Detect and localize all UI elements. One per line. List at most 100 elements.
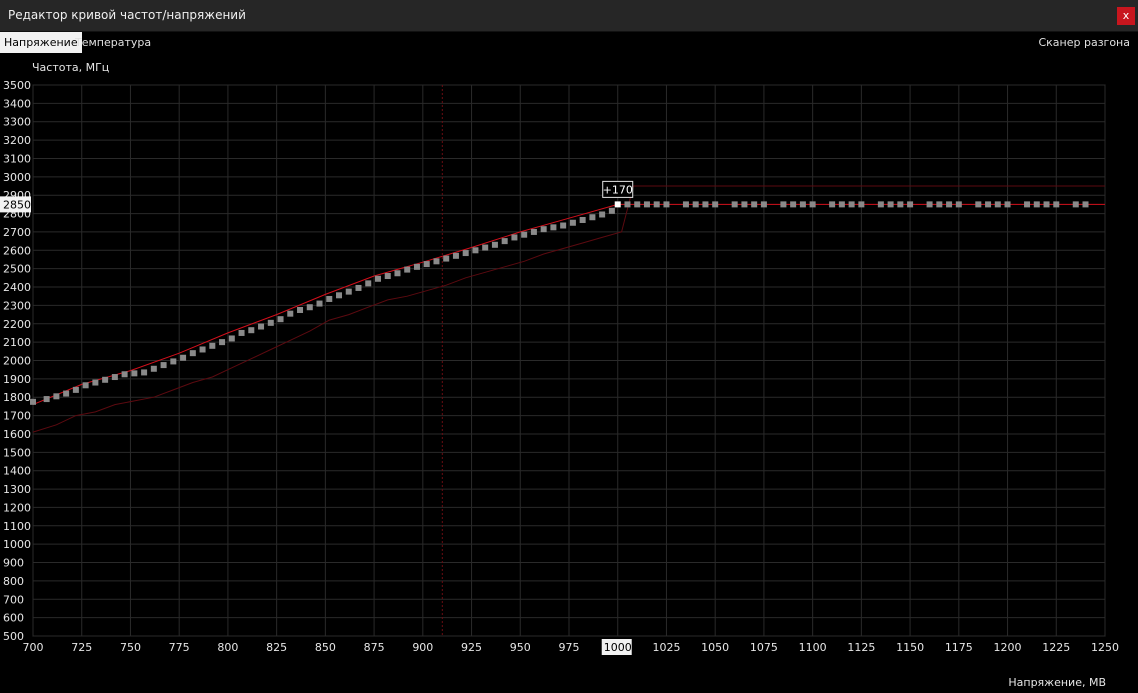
curve-point[interactable] xyxy=(682,201,689,208)
curve-point[interactable] xyxy=(829,201,836,208)
curve-point[interactable] xyxy=(1082,201,1089,208)
curve-point[interactable] xyxy=(277,316,284,323)
curve-point[interactable] xyxy=(634,201,641,208)
curve-point[interactable] xyxy=(511,234,518,241)
tab-voltage[interactable]: Напряжение xyxy=(0,32,82,53)
curve-point[interactable] xyxy=(799,201,806,208)
curve-point[interactable] xyxy=(384,273,391,280)
curve-point[interactable] xyxy=(326,295,333,302)
curve-point[interactable] xyxy=(219,339,226,346)
curve-point[interactable] xyxy=(462,250,469,257)
curve-point[interactable] xyxy=(780,201,787,208)
curve-point[interactable] xyxy=(653,201,660,208)
curve-point[interactable] xyxy=(501,238,508,245)
curve-point[interactable] xyxy=(491,241,498,248)
curve-point[interactable] xyxy=(955,201,962,208)
curve-point[interactable] xyxy=(267,319,274,326)
curve-point[interactable] xyxy=(472,247,479,254)
curve-point[interactable] xyxy=(926,201,933,208)
curve-point[interactable] xyxy=(560,222,567,229)
curve-point[interactable] xyxy=(482,244,489,251)
curve-point[interactable] xyxy=(131,370,138,377)
curve-point[interactable] xyxy=(731,201,738,208)
curve-point[interactable] xyxy=(413,263,420,270)
curve-point[interactable] xyxy=(1072,201,1079,208)
curve-point[interactable] xyxy=(751,201,758,208)
curve-point[interactable] xyxy=(1024,201,1031,208)
curve-point[interactable] xyxy=(530,228,537,235)
close-button[interactable]: x xyxy=(1117,7,1135,25)
curve-point[interactable] xyxy=(238,329,245,336)
curve-point[interactable] xyxy=(141,369,148,376)
curve-point[interactable] xyxy=(199,346,206,353)
curve-point[interactable] xyxy=(82,382,89,389)
curve-point[interactable] xyxy=(394,270,401,277)
curve-point[interactable] xyxy=(374,275,381,282)
curve-point[interactable] xyxy=(30,398,36,405)
curve-point[interactable] xyxy=(452,252,459,259)
curve-point[interactable] xyxy=(897,201,904,208)
curve-point[interactable] xyxy=(180,354,187,361)
curve-point[interactable] xyxy=(150,365,157,372)
curve-point[interactable] xyxy=(712,201,719,208)
curve-point[interactable] xyxy=(1043,201,1050,208)
curve-point[interactable] xyxy=(946,201,953,208)
curve-point[interactable] xyxy=(589,214,596,221)
curve-point[interactable] xyxy=(599,211,606,218)
curve-point[interactable] xyxy=(985,201,992,208)
tab-overclock-scanner[interactable]: Сканер разгона xyxy=(1034,32,1134,53)
curve-point[interactable] xyxy=(92,379,99,386)
curve-point[interactable] xyxy=(877,201,884,208)
curve-point[interactable] xyxy=(936,201,943,208)
curve-point[interactable] xyxy=(306,304,313,311)
curve-point[interactable] xyxy=(404,266,411,273)
curve-point[interactable] xyxy=(569,219,576,226)
curve-point[interactable] xyxy=(160,362,167,369)
curve-point[interactable] xyxy=(102,376,109,383)
curve-point[interactable] xyxy=(63,390,70,397)
curve-point[interactable] xyxy=(316,300,323,307)
curve-point[interactable] xyxy=(355,284,362,291)
curve-point[interactable] xyxy=(433,258,440,265)
curve-point[interactable] xyxy=(287,310,294,317)
curve-point[interactable] xyxy=(702,201,709,208)
curve-point[interactable] xyxy=(248,327,255,334)
curve-point[interactable] xyxy=(297,306,304,313)
curve-point[interactable] xyxy=(365,280,372,287)
curve-point[interactable] xyxy=(887,201,894,208)
tab-temperature[interactable]: Температура xyxy=(71,32,155,53)
curve-point[interactable] xyxy=(1033,201,1040,208)
curve-point[interactable] xyxy=(994,201,1001,208)
curve-point[interactable] xyxy=(72,386,79,393)
curve-point[interactable] xyxy=(550,224,557,231)
curve-point[interactable] xyxy=(170,358,177,365)
curve-point[interactable] xyxy=(848,201,855,208)
curve-point[interactable] xyxy=(258,323,265,330)
curve-point[interactable] xyxy=(838,201,845,208)
curve-point[interactable] xyxy=(1053,201,1060,208)
curve-point[interactable] xyxy=(53,393,60,400)
curve-point[interactable] xyxy=(111,374,118,381)
curve-point[interactable] xyxy=(121,371,128,378)
curve-point[interactable] xyxy=(336,292,343,299)
curve-point[interactable] xyxy=(643,201,650,208)
curve-point[interactable] xyxy=(521,231,528,238)
curve-point[interactable] xyxy=(345,288,352,295)
vf-curve-chart[interactable]: 500 600 700 800 900 1000 1100 1200 1300 1400 1500 1… xyxy=(0,53,1138,693)
curve-point[interactable] xyxy=(858,201,865,208)
chart-canvas[interactable]: 500 600 700 800 900 1000 1100 1200 1300 1400 1500 1… xyxy=(0,53,1138,693)
curve-point[interactable] xyxy=(43,396,50,403)
curve-point[interactable] xyxy=(692,201,699,208)
curve-point[interactable] xyxy=(423,261,430,268)
curve-point[interactable] xyxy=(443,255,450,262)
curve-point[interactable] xyxy=(663,201,670,208)
curve-point[interactable] xyxy=(228,335,235,342)
curve-point[interactable] xyxy=(624,201,631,208)
curve-point[interactable] xyxy=(809,201,816,208)
curve-point[interactable] xyxy=(579,216,586,223)
curve-point[interactable] xyxy=(741,201,748,208)
curve-point[interactable] xyxy=(189,350,196,357)
curve-point[interactable] xyxy=(540,226,547,233)
curve-point[interactable] xyxy=(760,201,767,208)
curve-point[interactable] xyxy=(790,201,797,208)
